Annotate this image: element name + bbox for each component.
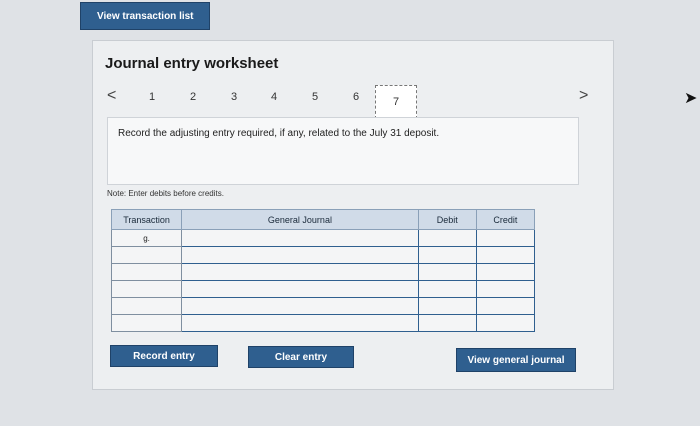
step-6[interactable]: 6 (349, 91, 363, 103)
account-input[interactable] (181, 229, 419, 247)
transaction-cell (110, 246, 183, 264)
record-entry-button[interactable]: Record entry (110, 345, 218, 367)
credit-input[interactable] (475, 314, 536, 332)
step-3[interactable]: 3 (227, 91, 241, 103)
journal-table: Transaction General Journal Debit Credit… (110, 209, 536, 332)
note-text: Note: Enter debits before credits. (107, 189, 224, 198)
transaction-cell (110, 314, 183, 332)
table-row (110, 263, 536, 281)
step-2[interactable]: 2 (186, 91, 200, 103)
account-input[interactable] (181, 314, 419, 332)
table-row (110, 246, 536, 264)
credit-input[interactable] (475, 297, 536, 315)
view-transaction-list-button[interactable]: View transaction list (80, 2, 210, 30)
mouse-cursor-icon: ➤ (684, 90, 698, 107)
debit-input[interactable] (417, 229, 477, 247)
chevron-left-icon[interactable]: < (107, 87, 116, 105)
credit-input[interactable] (475, 280, 536, 298)
debit-input[interactable] (417, 263, 477, 281)
prompt-box: Record the adjusting entry required, if … (107, 117, 579, 185)
credit-input[interactable] (475, 229, 536, 247)
account-input[interactable] (181, 297, 419, 315)
chevron-right-icon[interactable]: > (579, 87, 588, 105)
header-credit: Credit (475, 209, 536, 230)
table-row (110, 314, 536, 332)
account-input[interactable] (181, 263, 419, 281)
credit-input[interactable] (475, 263, 536, 281)
table-row (110, 280, 536, 298)
transaction-cell: g. (110, 229, 183, 247)
account-input[interactable] (181, 246, 419, 264)
debit-input[interactable] (417, 280, 477, 298)
table-row: g. (110, 229, 536, 247)
step-7-active[interactable]: 7 (375, 85, 417, 119)
transaction-cell (110, 263, 183, 281)
header-transaction: Transaction (110, 209, 183, 230)
step-5[interactable]: 5 (308, 91, 322, 103)
step-navigation: < 1 2 3 4 5 6 7 > (93, 85, 613, 119)
step-1[interactable]: 1 (145, 91, 159, 103)
transaction-cell (110, 297, 183, 315)
debit-input[interactable] (417, 314, 477, 332)
debit-input[interactable] (417, 246, 477, 264)
journal-entry-worksheet-panel: Journal entry worksheet < 1 2 3 4 5 6 7 … (92, 40, 614, 390)
step-4[interactable]: 4 (267, 91, 281, 103)
table-row (110, 297, 536, 315)
worksheet-title: Journal entry worksheet (105, 55, 279, 72)
transaction-cell (110, 280, 183, 298)
debit-input[interactable] (417, 297, 477, 315)
account-input[interactable] (181, 280, 419, 298)
header-debit: Debit (417, 209, 477, 230)
header-general-journal: General Journal (181, 209, 419, 230)
prompt-text: Record the adjusting entry required, if … (118, 128, 440, 139)
view-general-journal-button[interactable]: View general journal (456, 348, 576, 372)
clear-entry-button[interactable]: Clear entry (248, 346, 354, 368)
credit-input[interactable] (475, 246, 536, 264)
